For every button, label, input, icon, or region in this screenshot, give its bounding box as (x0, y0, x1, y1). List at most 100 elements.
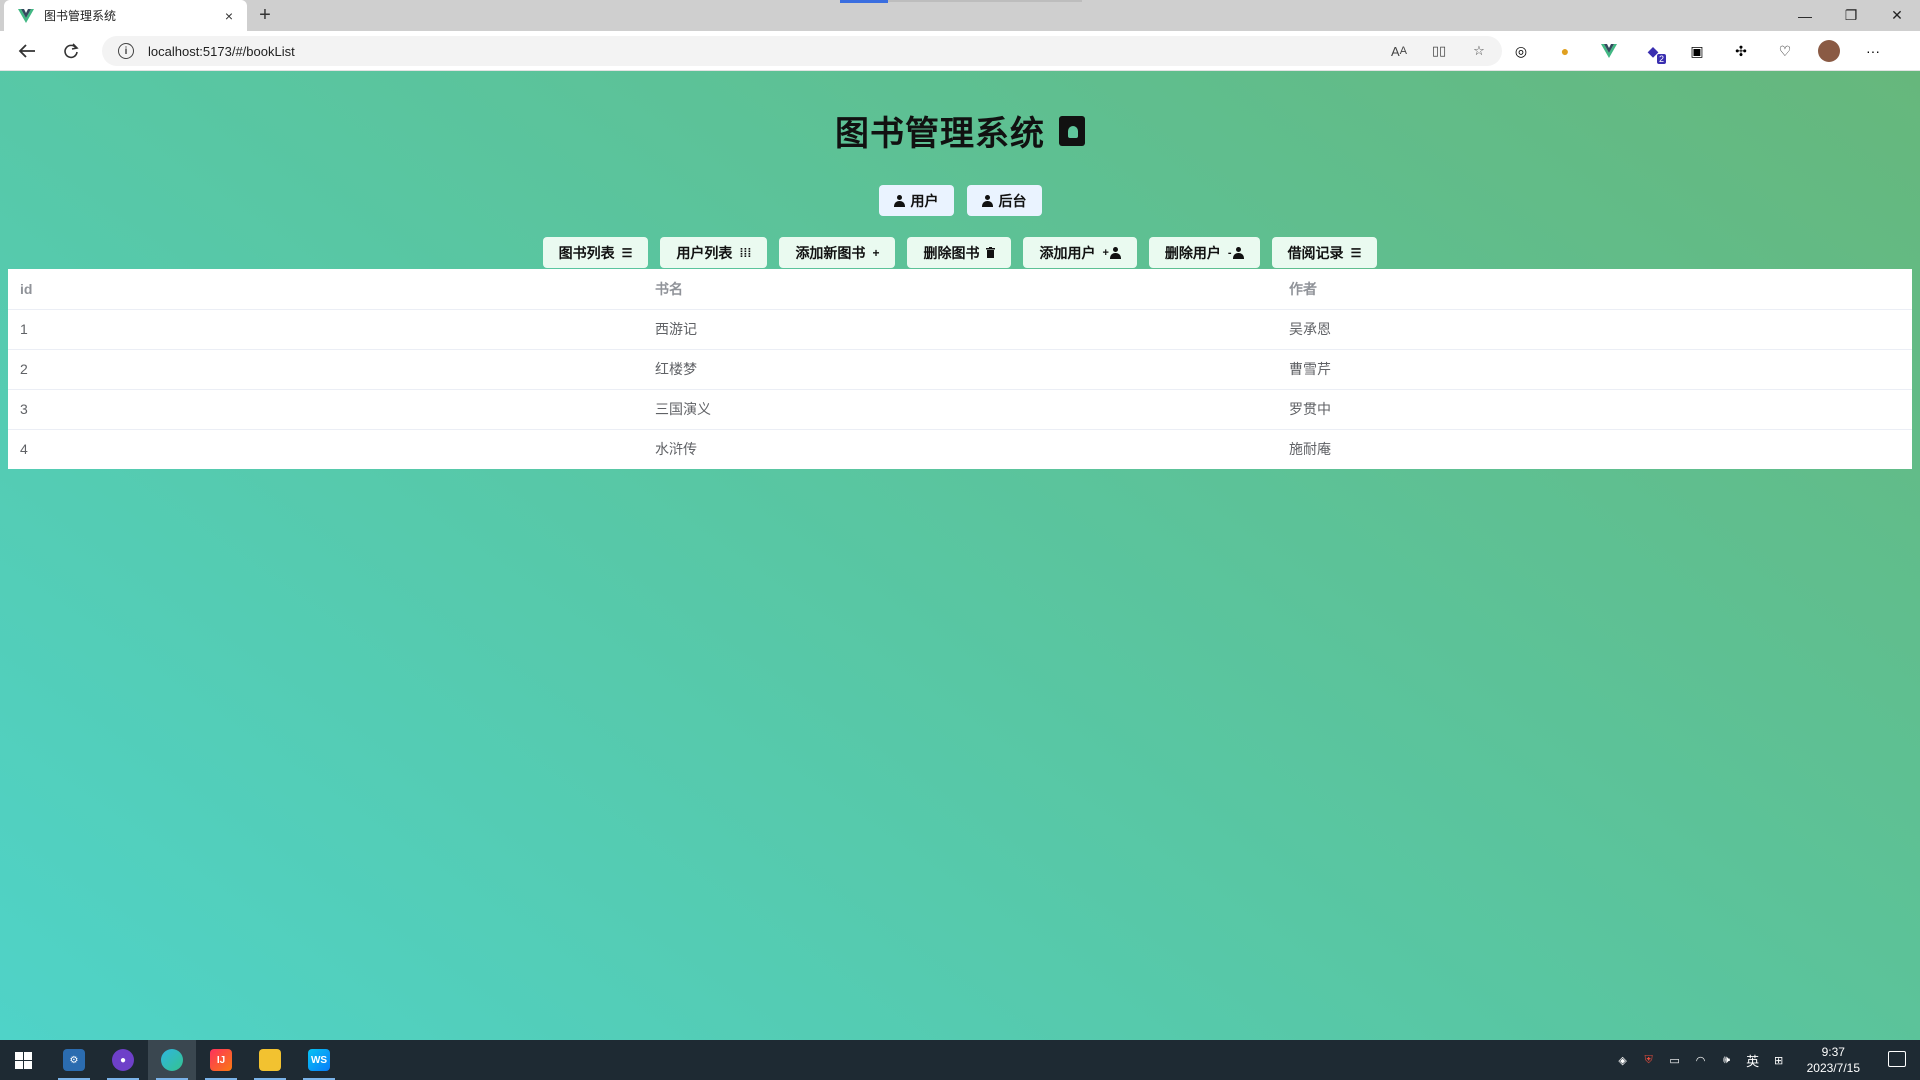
cell-id: 4 (20, 441, 28, 458)
nav-borrow-records-label: 借阅记录 (1287, 244, 1344, 261)
settings-app-icon[interactable]: ⚙ (50, 1040, 98, 1080)
page-title: 图书管理系统 (0, 106, 1920, 155)
copilot-icon[interactable]: ◎ (1510, 40, 1532, 62)
app-page: 图书管理系统 用户 后台 图书列表 ☰ 用户列表 ⁞⁞⁞ 添加新图书 + 删除图… (0, 71, 1920, 1040)
volume-icon[interactable]: 🕪 (1719, 1052, 1735, 1068)
site-info-icon[interactable]: i (118, 43, 134, 59)
table-row[interactable]: 2 红楼梦 曹雪芹 (8, 349, 1912, 390)
vue-favicon-icon (18, 8, 34, 24)
tab-close-button[interactable]: × (217, 8, 241, 24)
file-explorer-icon[interactable] (246, 1040, 294, 1080)
clock[interactable]: 9:37 2023/7/15 (1807, 1044, 1860, 1076)
cell-author: 施耐庵 (1289, 441, 1331, 458)
edge-browser-icon[interactable] (148, 1040, 196, 1080)
notification-center-icon[interactable] (1888, 1051, 1906, 1067)
user-icon (981, 194, 993, 207)
tab-title: 图书管理系统 (44, 9, 117, 23)
nav-add-user[interactable]: 添加用户 + (1023, 237, 1137, 268)
extension-badge-icon[interactable]: ◆ 2 (1642, 40, 1666, 64)
tray-app-icon[interactable]: ◈ (1615, 1052, 1631, 1068)
more-menu-icon[interactable]: ··· (1862, 40, 1884, 62)
close-window-button[interactable]: ✕ (1874, 0, 1920, 31)
list-icon: ☰ (1350, 245, 1362, 260)
extension-badge-count: 2 (1656, 54, 1666, 64)
nav-book-list-label: 图书列表 (558, 244, 615, 261)
nav-user-list-label: 用户列表 (676, 244, 733, 261)
cell-author: 吴承恩 (1277, 309, 1912, 350)
browser-tab[interactable]: 图书管理系统 × (4, 0, 247, 31)
ime-indicator[interactable]: 英 (1745, 1052, 1761, 1069)
user-role-label: 用户 (910, 192, 939, 209)
minimize-button[interactable]: — (1782, 0, 1828, 31)
cell-id: 2 (8, 349, 643, 390)
user-minus-icon: - (1228, 246, 1244, 259)
restore-button[interactable]: ❐ (1828, 0, 1874, 31)
nav-delete-user[interactable]: 删除用户 - (1148, 237, 1260, 268)
plus-icon: + (872, 245, 880, 260)
reload-icon (64, 43, 79, 59)
cell-id: 3 (8, 389, 643, 430)
table-row[interactable]: 1 西游记 吴承恩 (8, 309, 1912, 350)
taskbar: ⚙ ● IJ WS ◈ ⛨ ▭ ◠ 🕪 英 ⊞ 9:37 2023/7/15 (0, 1040, 1920, 1080)
nav-add-book[interactable]: 添加新图书 + (779, 237, 896, 268)
cell-title: 西游记 (643, 309, 1277, 350)
user-icon (893, 194, 905, 207)
url-text[interactable]: localhost:5173/#/bookList (148, 44, 295, 59)
vue-devtools-icon[interactable] (1598, 40, 1620, 62)
keyboard-layout-icon[interactable]: ⊞ (1771, 1052, 1787, 1068)
nav-book-list[interactable]: 图书列表 ☰ (542, 237, 649, 268)
browser-toolbar: i localhost:5173/#/bookList AA ▯▯ ☆ ◎ ● … (0, 31, 1920, 71)
split-screen-icon[interactable]: ▯▯ (1428, 40, 1450, 62)
collections-icon[interactable]: ▣ (1686, 40, 1708, 62)
table-row[interactable]: 3 三国演义 罗贯中 (8, 389, 1912, 430)
admin-role-button[interactable]: 后台 (966, 185, 1042, 216)
book-user-icon (1059, 115, 1085, 146)
table-header-row: id 书名 作者 (8, 269, 1912, 310)
palette-extension-icon[interactable]: ● (1554, 40, 1576, 62)
battery-icon[interactable]: ▭ (1667, 1052, 1683, 1068)
windows-logo-icon (14, 1051, 32, 1069)
favorite-star-icon[interactable]: ☆ (1468, 40, 1490, 62)
security-icon[interactable]: ⛨ (1641, 1052, 1657, 1068)
table-row[interactable]: 4 水浒传 施耐庵 (8, 429, 1912, 469)
nav-add-book-label: 添加新图书 (795, 244, 866, 261)
intellij-idea-icon[interactable]: IJ (197, 1040, 245, 1080)
start-button[interactable] (0, 1040, 46, 1080)
github-desktop-icon[interactable]: ● (99, 1040, 147, 1080)
wifi-icon[interactable]: ◠ (1693, 1052, 1709, 1068)
user-role-button[interactable]: 用户 (878, 185, 954, 216)
read-aloud-icon[interactable]: AA (1388, 40, 1410, 62)
back-button[interactable] (12, 37, 42, 65)
clock-date: 2023/7/15 (1806, 1061, 1860, 1075)
tab-loading-indicator (840, 0, 888, 3)
cell-title: 水浒传 (655, 441, 697, 458)
nav-borrow-records[interactable]: 借阅记录 ☰ (1271, 237, 1378, 268)
new-tab-button[interactable]: + (252, 3, 278, 29)
nav-delete-user-label: 删除用户 (1164, 244, 1221, 261)
trash-icon (986, 247, 996, 258)
nav-delete-book-label: 删除图书 (923, 244, 980, 261)
nav-add-user-label: 添加用户 (1039, 244, 1096, 261)
back-arrow-icon (18, 44, 35, 58)
address-bar[interactable]: i localhost:5173/#/bookList AA ▯▯ ☆ (102, 36, 1502, 66)
extensions-puzzle-icon[interactable]: ✣ (1730, 40, 1752, 62)
users-icon: ⁞⁞⁞ (739, 245, 752, 260)
cell-author: 曹雪芹 (1277, 349, 1912, 390)
profile-avatar[interactable] (1818, 40, 1840, 62)
clock-time: 9:37 (1821, 1045, 1845, 1059)
column-header-id[interactable]: id (8, 269, 643, 310)
column-header-title[interactable]: 书名 (643, 269, 1277, 310)
browser-essentials-icon[interactable]: ♡ (1774, 40, 1796, 62)
webstorm-icon[interactable]: WS (295, 1040, 343, 1080)
role-switcher: 用户 后台 (0, 185, 1920, 216)
nav-delete-book[interactable]: 删除图书 (907, 237, 1012, 268)
system-tray: ◈ ⛨ ▭ ◠ 🕪 英 ⊞ 9:37 2023/7/15 (1615, 1040, 1860, 1080)
list-icon: ☰ (621, 245, 633, 260)
nav-user-list[interactable]: 用户列表 ⁞⁞⁞ (660, 237, 768, 268)
extension-bar: ◎ ● ◆ 2 ▣ ✣ ♡ ··· (1510, 37, 1884, 65)
book-table: id 书名 作者 1 西游记 吴承恩 2 红楼梦 曹雪芹 3 三国演义 罗贯中 … (8, 269, 1912, 469)
cell-title: 三国演义 (643, 389, 1277, 430)
column-header-author[interactable]: 作者 (1277, 269, 1912, 310)
reload-button[interactable] (56, 37, 86, 65)
cell-title: 红楼梦 (643, 349, 1277, 390)
